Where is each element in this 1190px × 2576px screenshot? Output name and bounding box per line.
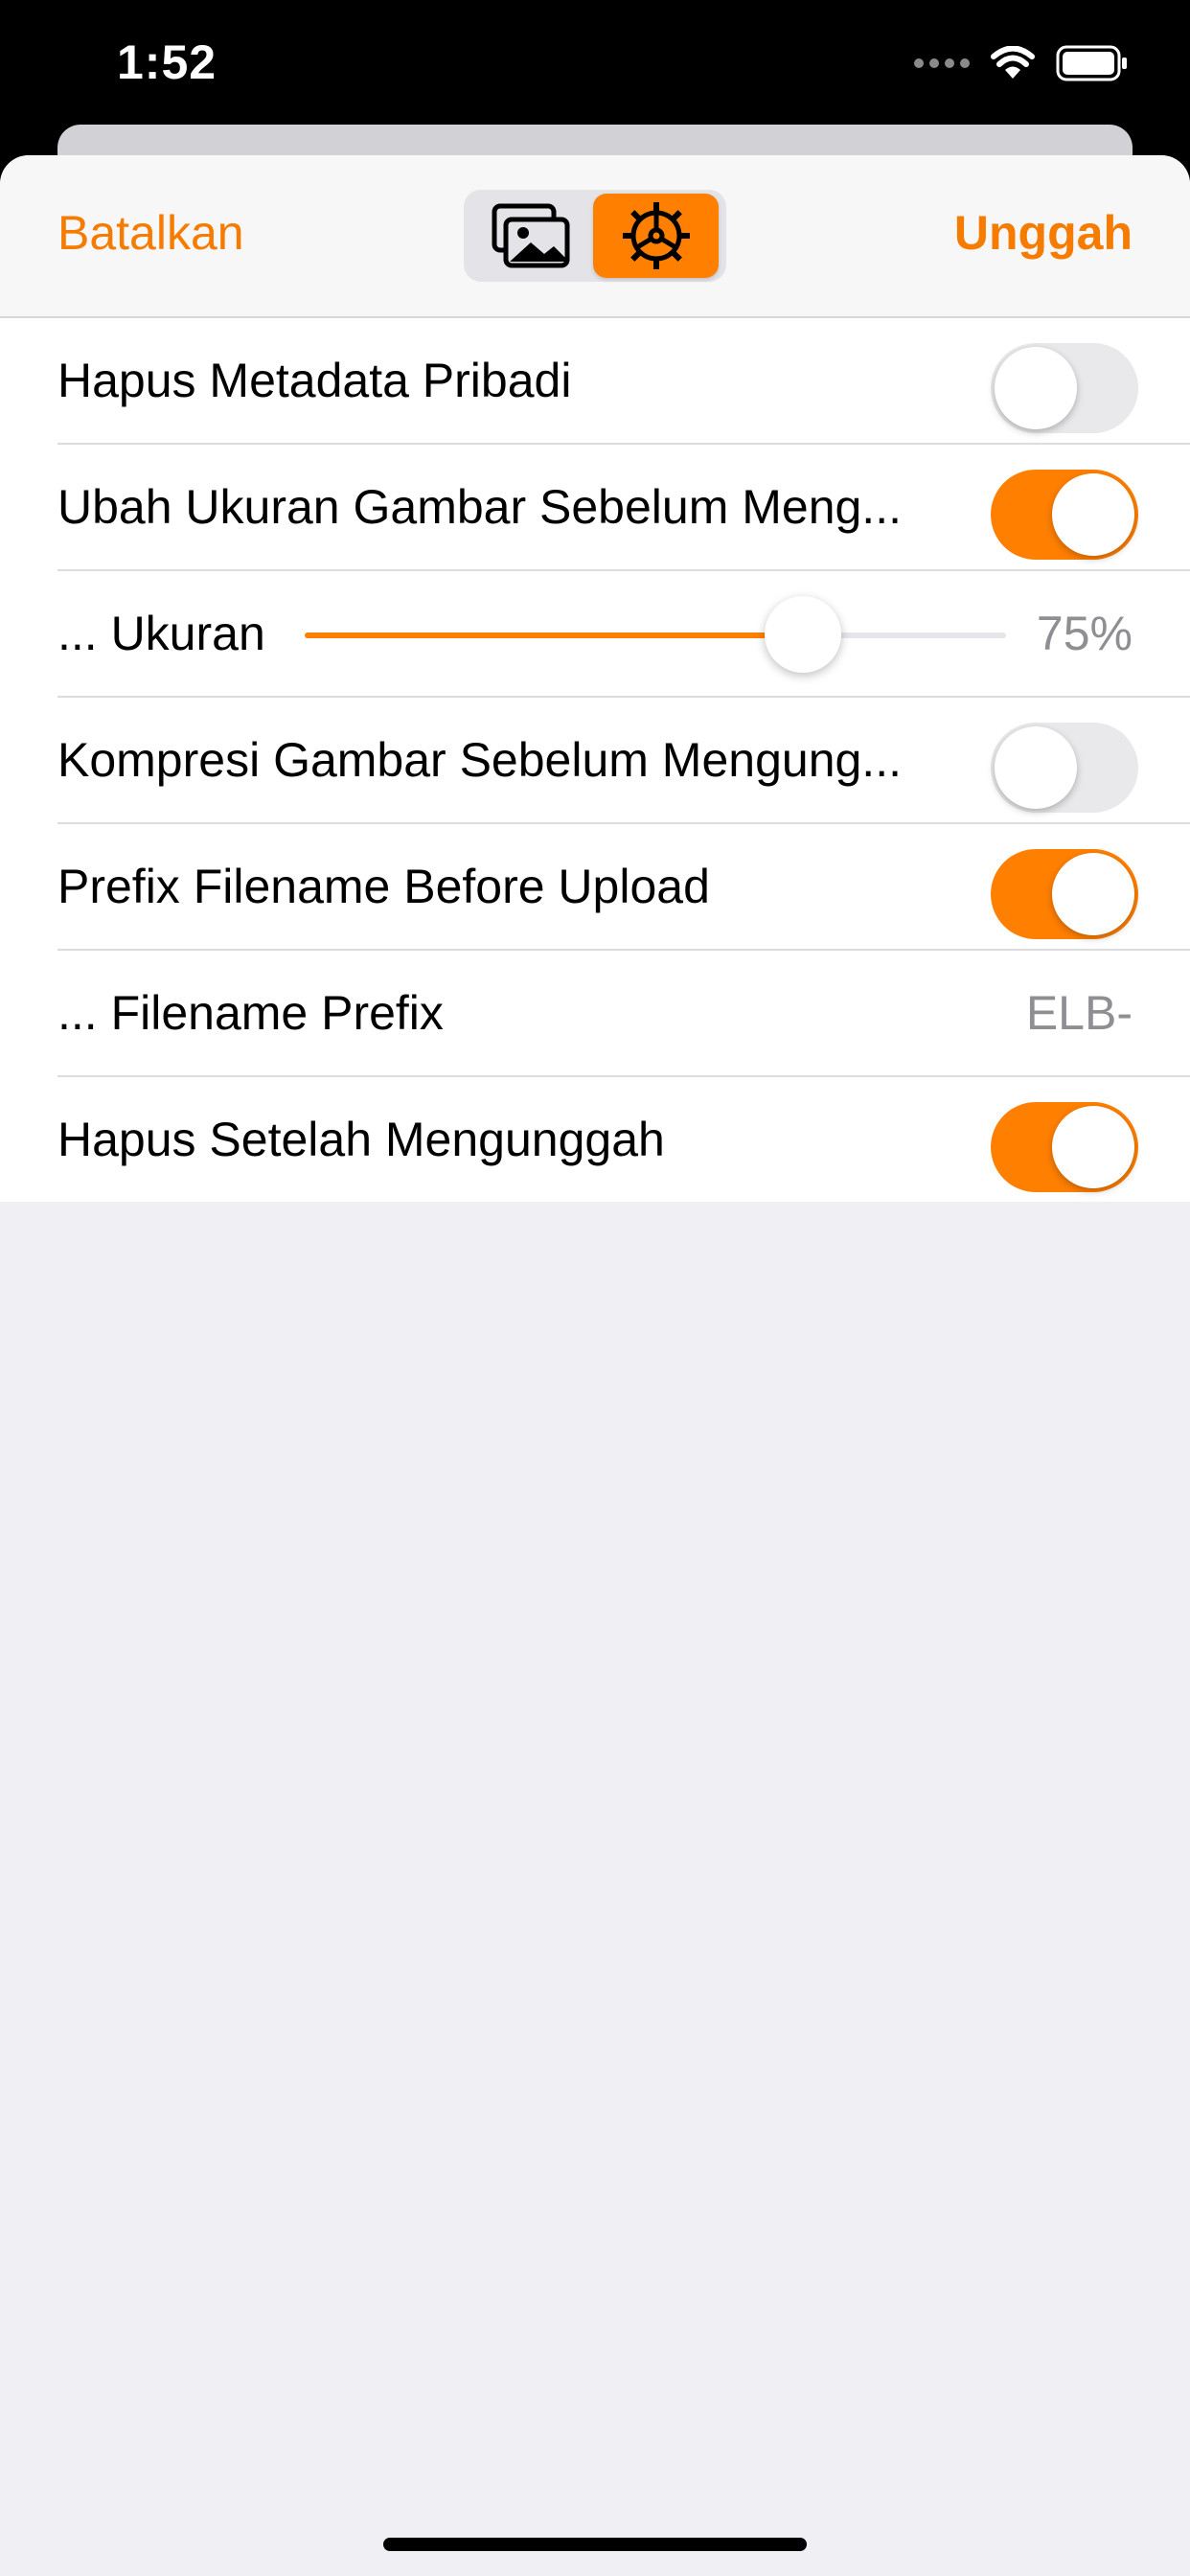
status-icons	[914, 42, 1129, 84]
row-resize-image: Ubah Ukuran Gambar Sebelum Meng...	[57, 445, 1190, 571]
row-delete-after-upload: Hapus Setelah Mengunggah	[57, 1077, 1190, 1202]
row-label: ... Filename Prefix	[57, 986, 444, 1040]
battery-icon	[1056, 45, 1127, 81]
row-label: Hapus Metadata Pribadi	[57, 354, 572, 407]
row-filename-prefix[interactable]: ... Filename Prefix ELB-	[57, 951, 1190, 1077]
remove-metadata-toggle[interactable]	[991, 343, 1138, 433]
row-label: ... Ukuran	[57, 607, 265, 660]
resize-image-toggle[interactable]	[991, 470, 1138, 560]
filename-prefix-value[interactable]: ELB-	[1026, 985, 1133, 1041]
row-label: Prefix Filename Before Upload	[57, 860, 710, 913]
segment-photos[interactable]	[468, 194, 593, 278]
size-value: 75%	[1036, 607, 1133, 660]
size-slider-thumb[interactable]	[764, 596, 841, 673]
delete-after-upload-toggle[interactable]	[991, 1102, 1138, 1192]
cancel-button[interactable]: Batalkan	[57, 205, 244, 261]
row-label: Ubah Ukuran Gambar Sebelum Meng...	[57, 480, 902, 534]
gear-icon	[622, 202, 690, 269]
size-slider-fill	[305, 632, 803, 638]
row-size-slider: ... Ukuran 75%	[57, 571, 1190, 698]
row-label: Kompresi Gambar Sebelum Mengung...	[57, 733, 902, 787]
status-bar: 1:52	[0, 0, 1190, 134]
upload-settings-sheet: Batalkan Unggah Hapus Metadata Pribadi U…	[0, 155, 1190, 2576]
status-time: 1:52	[117, 35, 217, 89]
row-remove-metadata: Hapus Metadata Pribadi	[57, 318, 1190, 445]
navigation-bar: Batalkan Unggah	[0, 155, 1190, 318]
row-label: Hapus Setelah Mengunggah	[57, 1113, 665, 1166]
row-compress-image: Kompresi Gambar Sebelum Mengung...	[57, 698, 1190, 824]
photos-icon	[492, 203, 569, 268]
cellular-signal-icon	[914, 58, 970, 68]
prefix-filename-toggle[interactable]	[991, 849, 1138, 939]
settings-table: Hapus Metadata Pribadi Ubah Ukuran Gamba…	[0, 318, 1190, 1202]
home-indicator	[383, 2538, 807, 2551]
row-prefix-filename: Prefix Filename Before Upload	[57, 824, 1190, 951]
upload-button[interactable]: Unggah	[954, 205, 1133, 261]
view-segmented-control	[464, 190, 726, 282]
wifi-icon	[991, 46, 1035, 79]
segment-settings[interactable]	[593, 194, 719, 278]
size-slider[interactable]	[305, 596, 1006, 673]
compress-image-toggle[interactable]	[991, 723, 1138, 813]
